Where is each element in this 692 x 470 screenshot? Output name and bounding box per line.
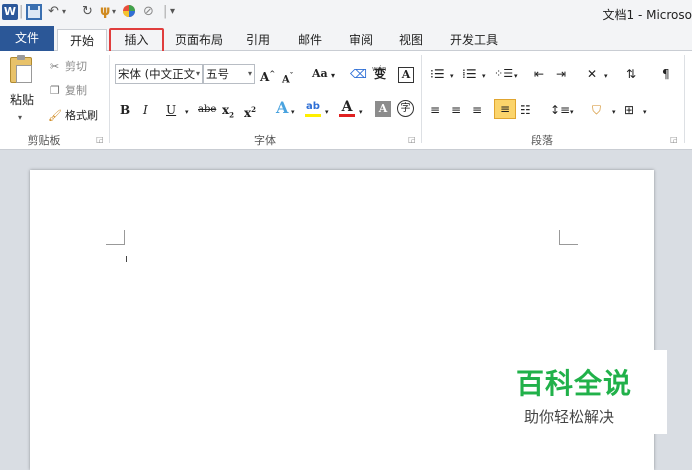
color-wheel-icon[interactable] <box>122 4 136 23</box>
clipboard-launcher-icon[interactable]: ◲ <box>96 135 104 144</box>
font-name-value: 宋体 (中文正文 <box>118 67 195 81</box>
chinese-layout-icon[interactable]: ✕ <box>587 65 597 83</box>
character-shading-button[interactable]: A <box>375 101 391 117</box>
qat-dropdown-icon[interactable]: ▾ <box>112 4 116 20</box>
ribbon-tab-bar: 文件 开始 插入 页面布局 引用 邮件 审阅 视图 开发工具 <box>0 26 692 51</box>
watermark-subtitle: 助你轻松解决 <box>524 406 614 427</box>
group-divider <box>109 55 110 143</box>
tab-review[interactable]: 审阅 <box>343 29 379 51</box>
multilevel-dropdown-icon[interactable]: ▾ <box>514 67 518 85</box>
enclose-characters-button[interactable]: 字 <box>397 100 414 117</box>
subscript-button[interactable]: x2 <box>222 101 234 124</box>
chevron-down-icon[interactable]: ▾ <box>248 65 252 83</box>
word-app-icon[interactable]: W <box>2 4 18 20</box>
italic-button[interactable]: I <box>143 101 148 119</box>
tab-home[interactable]: 开始 <box>57 29 107 53</box>
copy-icon[interactable]: ❐ <box>50 82 60 100</box>
line-spacing-icon[interactable]: ↕≡ <box>550 101 570 119</box>
underline-dropdown-icon[interactable]: ▾ <box>185 103 189 121</box>
align-center-icon[interactable]: ≡ <box>451 101 461 119</box>
sort-icon[interactable]: ⇅ <box>626 65 636 83</box>
change-case-button[interactable]: Aa <box>312 65 328 83</box>
show-marks-icon[interactable]: ¶ <box>662 65 670 83</box>
font-color-dropdown-icon[interactable]: ▾ <box>359 103 363 121</box>
superscript-button[interactable]: x2 <box>244 101 256 122</box>
cut-icon[interactable]: ✂ <box>50 58 59 76</box>
paste-button[interactable]: 粘贴 <box>10 91 34 109</box>
character-border-button[interactable]: A <box>398 67 414 83</box>
qat-separator: | <box>19 4 23 20</box>
font-color-button[interactable]: A <box>339 99 355 117</box>
text-cursor <box>126 256 127 262</box>
distribute-icon[interactable]: ☷ <box>520 101 531 119</box>
save-icon[interactable] <box>26 4 42 20</box>
group-divider <box>684 55 685 143</box>
chevron-down-icon[interactable]: ▾ <box>196 65 200 83</box>
tab-developer[interactable]: 开发工具 <box>446 29 502 51</box>
margin-corner-top-right <box>559 230 578 245</box>
cut-button[interactable]: 剪切 <box>65 58 87 76</box>
undo-icon[interactable]: ↶ <box>48 4 59 20</box>
tab-references[interactable]: 引用 <box>240 29 276 51</box>
paste-icon[interactable] <box>10 57 32 83</box>
paste-dropdown-icon[interactable]: ▾ <box>18 109 22 127</box>
paragraph-group-label: 段落 <box>422 132 662 148</box>
watermark-title: 百科全说 <box>516 362 632 402</box>
justify-icon[interactable]: ≡ <box>494 99 516 119</box>
strikethrough-button[interactable]: abe <box>198 101 216 119</box>
font-size-value: 五号 <box>206 67 229 81</box>
tab-mailings[interactable]: 邮件 <box>292 29 328 51</box>
numbering-dropdown-icon[interactable]: ▾ <box>482 67 486 85</box>
window-title: 文档1 - Microso <box>603 6 692 23</box>
bullets-dropdown-icon[interactable]: ▾ <box>450 67 454 85</box>
line-spacing-dropdown-icon[interactable]: ▾ <box>570 103 574 121</box>
highlight-dropdown-icon[interactable]: ▾ <box>325 103 329 121</box>
font-launcher-icon[interactable]: ◲ <box>408 135 416 144</box>
paragraph-launcher-icon[interactable]: ◲ <box>670 135 678 144</box>
numbering-icon[interactable]: ⁞☰ <box>462 65 477 83</box>
shrink-font-button[interactable]: Aˇ <box>282 67 293 89</box>
borders-icon[interactable]: ⊞ <box>624 101 634 119</box>
shading-dropdown-icon[interactable]: ▾ <box>612 103 616 121</box>
underline-button[interactable]: U <box>166 101 176 119</box>
tab-page-layout[interactable]: 页面布局 <box>170 29 228 51</box>
increase-indent-icon[interactable]: ⇥ <box>556 65 566 83</box>
ribbon: 粘贴 ▾ ✂ 剪切 ❐ 复制 🖌 格式刷 剪贴板 ◲ 宋体 (中文正文 ▾ 五号… <box>0 51 692 150</box>
title-bar: W | ↶ ▾ ↻ ψ ▾ ⊘ | ▾ 文档1 - Microso <box>0 0 692 26</box>
group-divider <box>421 55 422 143</box>
customize-qat-icon[interactable]: ▾ <box>170 4 175 20</box>
grow-font-button[interactable]: A^ <box>260 65 275 86</box>
font-group-label: 字体 <box>110 132 420 148</box>
multilevel-list-icon[interactable]: ⁘☰ <box>494 65 513 83</box>
copy-button[interactable]: 复制 <box>65 82 87 100</box>
phonetic-guide-button[interactable]: 变 <box>374 65 386 83</box>
borders-dropdown-icon[interactable]: ▾ <box>643 103 647 121</box>
text-effects-dropdown-icon[interactable]: ▾ <box>291 103 295 121</box>
format-painter-qat-icon[interactable]: ψ <box>100 4 110 20</box>
font-name-combo[interactable]: 宋体 (中文正文 ▾ <box>115 64 203 84</box>
clear-formatting-icon[interactable]: ⌫ <box>350 65 367 83</box>
tab-file[interactable]: 文件 <box>0 26 54 51</box>
format-painter-icon[interactable]: 🖌 <box>48 107 62 125</box>
eraser-icon[interactable]: ⊘ <box>143 4 154 20</box>
decrease-indent-icon[interactable]: ⇤ <box>534 65 544 83</box>
align-left-icon[interactable]: ≡ <box>430 101 440 119</box>
bullets-icon[interactable]: ⁝☰ <box>430 65 445 83</box>
margin-corner-top-left <box>106 230 125 245</box>
tab-view[interactable]: 视图 <box>393 29 429 51</box>
qat-separator-2: | <box>163 4 167 20</box>
redo-icon[interactable]: ↻ <box>82 4 93 20</box>
text-effects-button[interactable]: A <box>276 99 288 117</box>
bold-button[interactable]: B <box>120 101 130 119</box>
clipboard-group-label: 剪贴板 <box>0 132 88 148</box>
undo-dropdown-icon[interactable]: ▾ <box>62 4 66 20</box>
font-size-combo[interactable]: 五号 ▾ <box>203 64 255 84</box>
change-case-dropdown-icon[interactable]: ▾ <box>331 67 335 85</box>
chinese-layout-dropdown-icon[interactable]: ▾ <box>604 67 608 85</box>
shading-icon[interactable]: ⛉ <box>592 101 601 119</box>
format-painter-button[interactable]: 格式刷 <box>65 107 98 125</box>
watermark-badge: 百科全说 助你轻松解决 <box>508 350 667 434</box>
align-right-icon[interactable]: ≡ <box>472 101 482 119</box>
highlight-color-button[interactable]: ab <box>305 101 321 117</box>
